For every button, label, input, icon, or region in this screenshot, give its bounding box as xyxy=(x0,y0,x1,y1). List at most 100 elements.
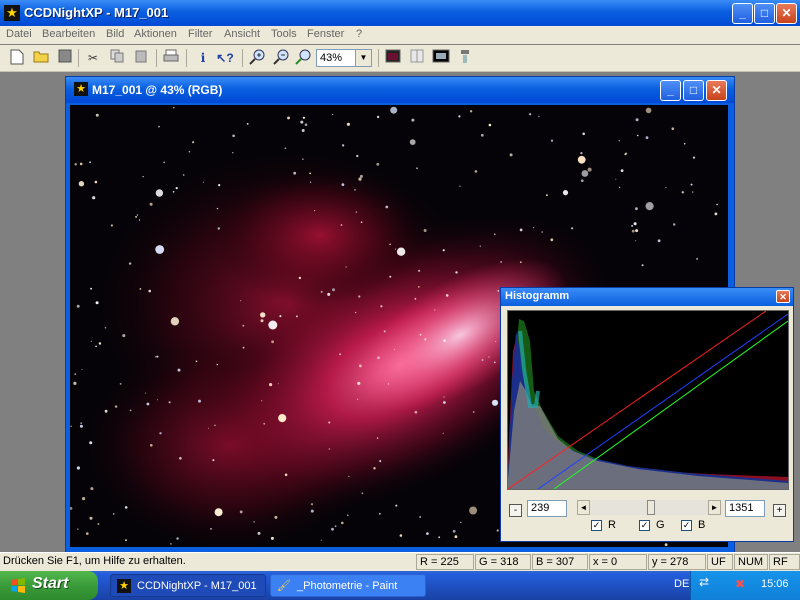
star xyxy=(328,421,331,424)
slider-left-arrow[interactable]: ◄ xyxy=(577,500,590,515)
menu-help[interactable]: ? xyxy=(356,28,362,40)
toolbar: ✂ i ↖? 43% ▼ xyxy=(0,45,800,72)
menu-filter[interactable]: Filter xyxy=(188,28,212,40)
save-icon[interactable] xyxy=(56,49,74,67)
histogram-window[interactable]: Histogramm ✕ - 239 ◄ ► 1351 + ✓ R ✓ G ✓ … xyxy=(500,287,794,542)
decrease-low-button[interactable]: - xyxy=(509,504,522,517)
star xyxy=(80,422,83,424)
zoom-in-icon[interactable] xyxy=(248,49,266,67)
star xyxy=(86,532,89,535)
star xyxy=(519,261,522,264)
open-folder-icon[interactable] xyxy=(32,49,50,67)
star xyxy=(334,525,337,528)
new-file-icon[interactable] xyxy=(8,49,26,67)
star-app-icon: ★ xyxy=(117,579,131,593)
menu-fenster[interactable]: Fenster xyxy=(307,28,344,40)
high-value-field[interactable]: 1351 xyxy=(725,500,765,517)
star xyxy=(242,324,245,327)
star xyxy=(89,441,93,445)
star xyxy=(541,231,543,233)
slider-right-arrow[interactable]: ► xyxy=(708,500,721,515)
star xyxy=(278,414,287,423)
toolbar-separator xyxy=(378,49,379,67)
task-paint[interactable]: 🖌 _Photometrie - Paint xyxy=(270,574,426,597)
zoom-dropdown[interactable]: 43% ▼ xyxy=(316,49,372,67)
align-icon[interactable] xyxy=(456,49,474,67)
histogram-title-bar[interactable]: Histogramm ✕ xyxy=(501,288,793,306)
menu-bearbeiten[interactable]: Bearbeiten xyxy=(42,28,95,40)
star xyxy=(74,163,77,166)
star xyxy=(98,342,102,345)
cut-icon[interactable]: ✂ xyxy=(84,49,102,67)
chevron-down-icon[interactable]: ▼ xyxy=(355,50,371,66)
menu-tools[interactable]: Tools xyxy=(271,28,297,40)
star xyxy=(136,214,138,216)
star xyxy=(419,333,422,336)
slider-thumb[interactable] xyxy=(647,500,655,515)
child-minimize-button[interactable]: _ xyxy=(660,80,681,101)
star xyxy=(260,319,264,323)
zoom-fit-icon[interactable] xyxy=(294,49,312,67)
star xyxy=(414,297,417,300)
star xyxy=(304,123,308,126)
star xyxy=(423,229,427,232)
star xyxy=(95,113,99,117)
app-title-bar[interactable]: ★ CCDNightXP - M17_001 _ □ ✕ xyxy=(0,0,800,26)
task-ccdnightxp[interactable]: ★ CCDNightXP - M17_001 xyxy=(110,574,266,597)
print-icon[interactable] xyxy=(162,49,180,67)
channel-b-label: B xyxy=(698,519,706,531)
star xyxy=(257,531,261,535)
minimize-button[interactable]: _ xyxy=(732,3,753,24)
histogram-plot[interactable] xyxy=(507,310,789,490)
app-title: CCDNightXP - M17_001 xyxy=(24,5,169,20)
child-close-button[interactable]: ✕ xyxy=(706,80,727,101)
menu-datei[interactable]: Datei xyxy=(6,28,32,40)
increase-high-button[interactable]: + xyxy=(773,504,786,517)
menu-ansicht[interactable]: Ansicht xyxy=(224,28,260,40)
star xyxy=(90,340,92,342)
star xyxy=(150,444,153,447)
channel-r-checkbox[interactable]: ✓ xyxy=(591,520,602,531)
star xyxy=(110,224,113,227)
image-window-title-bar[interactable]: ★ M17_001 @ 43% (RGB) _ □ ✕ xyxy=(66,77,734,103)
star xyxy=(348,475,350,477)
restore-button[interactable]: □ xyxy=(754,3,775,24)
channel-b-checkbox[interactable]: ✓ xyxy=(681,520,692,531)
context-help-icon[interactable]: ↖? xyxy=(216,49,234,67)
star xyxy=(202,181,204,183)
star xyxy=(128,262,132,265)
security-alert-icon[interactable]: ✖ xyxy=(735,577,745,591)
image-window-icon[interactable] xyxy=(384,49,402,67)
histogram-close-button[interactable]: ✕ xyxy=(776,290,790,303)
split-view-icon[interactable] xyxy=(408,49,426,67)
start-button[interactable]: Start xyxy=(0,571,98,600)
channel-g-checkbox[interactable]: ✓ xyxy=(639,520,650,531)
low-value-field[interactable]: 239 xyxy=(527,500,567,517)
star xyxy=(142,176,144,178)
paste-icon[interactable] xyxy=(132,49,150,67)
star xyxy=(217,227,220,230)
star xyxy=(409,139,416,145)
star xyxy=(488,356,490,358)
star xyxy=(358,295,361,298)
clock[interactable]: 15:06 xyxy=(761,578,789,590)
menu-aktionen[interactable]: Aktionen xyxy=(134,28,177,40)
info-icon[interactable]: i xyxy=(194,49,212,67)
language-indicator[interactable]: DE xyxy=(674,578,689,590)
star xyxy=(357,398,359,400)
star xyxy=(474,170,478,173)
menu-bild[interactable]: Bild xyxy=(106,28,124,40)
star xyxy=(271,340,274,344)
preview-icon[interactable] xyxy=(432,49,450,67)
close-button[interactable]: ✕ xyxy=(776,3,797,24)
child-maximize-button[interactable]: □ xyxy=(683,80,704,101)
star-app-icon[interactable]: ★ xyxy=(4,5,20,21)
histogram-slider[interactable]: ◄ ► xyxy=(577,500,721,515)
star xyxy=(696,257,699,260)
zoom-out-icon[interactable] xyxy=(272,49,290,67)
copy-icon[interactable] xyxy=(108,49,126,67)
star xyxy=(332,113,334,116)
star xyxy=(619,186,621,188)
network-icon[interactable]: ⇄ xyxy=(699,575,709,589)
star xyxy=(163,161,165,163)
